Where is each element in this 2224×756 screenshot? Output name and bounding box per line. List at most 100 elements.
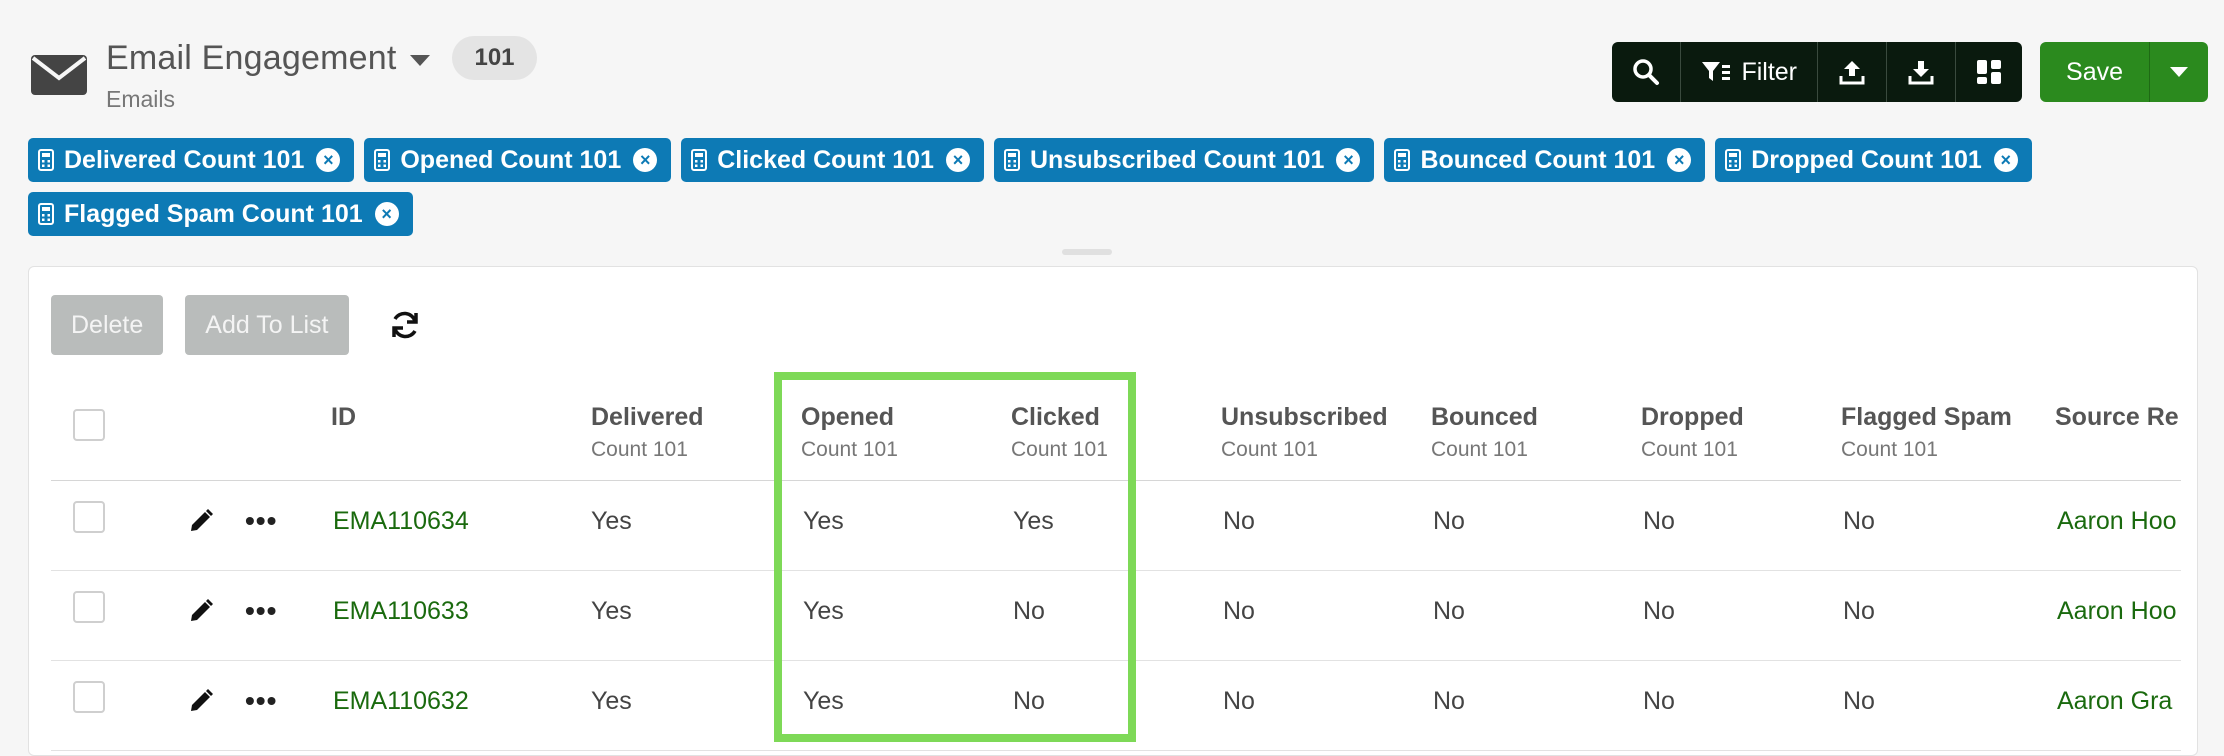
cell-delivered: Yes: [591, 687, 632, 715]
filter-chip-label: Opened Count 101: [400, 145, 622, 174]
cell-unsubscribed: No: [1223, 687, 1255, 715]
cell-opened: Yes: [803, 597, 844, 625]
row-checkbox[interactable]: [73, 681, 105, 713]
save-dropdown-button[interactable]: [2150, 42, 2208, 102]
cell-bounced: No: [1433, 597, 1465, 625]
calculator-icon: [1003, 149, 1020, 171]
row-checkbox[interactable]: [73, 501, 105, 533]
table-row[interactable]: ••• EMA110632 Yes Yes No No No No No Aaron Gra: [51, 661, 2181, 751]
calculator-icon: [374, 149, 391, 171]
download-icon: [1908, 61, 1934, 85]
column-header-id[interactable]: ID: [331, 403, 356, 432]
filter-chip[interactable]: Bounced Count 101 ×: [1384, 138, 1706, 182]
source-record-link[interactable]: Aaron Hoo: [2057, 507, 2177, 536]
cell-bounced: No: [1433, 507, 1465, 535]
remove-filter-icon[interactable]: ×: [633, 148, 658, 172]
filter-chip-label: Dropped Count 101: [1751, 145, 1982, 174]
filter-chip[interactable]: Unsubscribed Count 101 ×: [993, 138, 1375, 182]
source-record-link[interactable]: Aaron Hoo: [2057, 597, 2177, 626]
title-dropdown-icon[interactable]: [410, 54, 431, 66]
cell-dropped: No: [1643, 597, 1675, 625]
remove-filter-icon[interactable]: ×: [374, 202, 399, 226]
envelope-icon: [31, 55, 87, 95]
upload-icon: [1839, 61, 1865, 85]
table-row[interactable]: ••• EMA110634 Yes Yes Yes No No No No Aaron Hoo: [51, 481, 2181, 571]
cell-bounced: No: [1433, 687, 1465, 715]
record-id-link[interactable]: EMA110632: [333, 687, 469, 716]
record-id-link[interactable]: EMA110634: [333, 507, 469, 536]
refresh-icon[interactable]: [389, 309, 421, 341]
filter-button[interactable]: Filter: [1681, 42, 1819, 102]
resize-handle[interactable]: [1062, 249, 1112, 255]
filter-chip[interactable]: Delivered Count 101 ×: [28, 138, 355, 182]
cell-opened: Yes: [803, 507, 844, 535]
remove-filter-icon[interactable]: ×: [1336, 148, 1361, 172]
select-all-checkbox[interactable]: [73, 409, 105, 441]
page-subtitle: Emails: [106, 86, 176, 112]
chevron-down-icon: [2170, 67, 2188, 77]
column-header-unsubscribed[interactable]: Unsubscribed Count 101: [1221, 403, 1388, 462]
grid-layout-icon: [1977, 60, 2002, 84]
calculator-icon: [38, 149, 54, 171]
column-header-source-record[interactable]: Source Re: [2055, 403, 2179, 432]
search-icon: [1633, 59, 1660, 85]
filter-chip-label: Delivered Count 101: [64, 145, 305, 174]
table-body: ••• EMA110634 Yes Yes Yes No No No No Aaron Hoo ••…: [51, 481, 2181, 751]
column-header-clicked[interactable]: Clicked Count 101: [1011, 403, 1108, 462]
records-panel: Delete Add To List ID Delivered Count 101…: [28, 266, 2198, 756]
more-options-icon[interactable]: •••: [245, 505, 277, 537]
filter-chip[interactable]: Flagged Spam Count 101 ×: [28, 192, 413, 236]
more-options-icon[interactable]: •••: [245, 685, 277, 717]
remove-filter-icon[interactable]: ×: [1993, 148, 2018, 172]
cell-dropped: No: [1643, 507, 1675, 535]
filter-chip-label: Bounced Count 101: [1420, 145, 1656, 174]
filter-chip[interactable]: Dropped Count 101 ×: [1715, 138, 2032, 182]
calculator-icon: [38, 203, 54, 225]
delete-button[interactable]: Delete: [51, 295, 164, 355]
remove-filter-icon[interactable]: ×: [945, 148, 970, 172]
filter-chip[interactable]: Opened Count 101 ×: [364, 138, 672, 182]
cell-dropped: No: [1643, 687, 1675, 715]
cell-unsubscribed: No: [1223, 597, 1255, 625]
remove-filter-icon[interactable]: ×: [1667, 148, 1692, 172]
cell-delivered: Yes: [591, 507, 632, 535]
cell-flagged: No: [1843, 597, 1875, 625]
filter-chip-label: Unsubscribed Count 101: [1029, 145, 1325, 174]
layout-button[interactable]: [1956, 42, 2022, 102]
cell-clicked: No: [1013, 687, 1045, 715]
record-count-badge: 101: [452, 36, 537, 80]
filter-chip[interactable]: Clicked Count 101 ×: [681, 138, 984, 182]
remove-filter-icon[interactable]: ×: [316, 148, 341, 172]
calculator-icon: [1725, 149, 1742, 171]
table-row[interactable]: ••• EMA110633 Yes Yes No No No No No Aaron Hoo: [51, 571, 2181, 661]
cell-clicked: No: [1013, 597, 1045, 625]
upload-button[interactable]: [1818, 42, 1888, 102]
column-header-flagged-spam[interactable]: Flagged Spam Count 101: [1841, 403, 2012, 462]
search-button[interactable]: [1612, 42, 1682, 102]
column-header-bounced[interactable]: Bounced Count 101: [1431, 403, 1538, 462]
page-title: Email Engagement: [106, 38, 397, 77]
toolbar: Filter Save: [1612, 42, 2208, 102]
column-header-delivered[interactable]: Delivered Count 101: [591, 403, 704, 462]
download-button[interactable]: [1887, 42, 1957, 102]
source-record-link[interactable]: Aaron Gra: [2057, 687, 2172, 716]
edit-pencil-icon[interactable]: [187, 687, 215, 715]
edit-pencil-icon[interactable]: [187, 507, 215, 535]
cell-unsubscribed: No: [1223, 507, 1255, 535]
cell-delivered: Yes: [591, 597, 632, 625]
record-id-link[interactable]: EMA110633: [333, 597, 469, 626]
cell-opened: Yes: [803, 687, 844, 715]
row-checkbox[interactable]: [73, 591, 105, 623]
cell-clicked: Yes: [1013, 507, 1054, 535]
column-header-dropped[interactable]: Dropped Count 101: [1641, 403, 1744, 462]
filter-icon: [1702, 62, 1731, 81]
add-to-list-button[interactable]: Add To List: [185, 295, 349, 355]
filter-chip-label: Flagged Spam Count 101: [64, 199, 363, 228]
edit-pencil-icon[interactable]: [187, 597, 215, 625]
save-button[interactable]: Save: [2040, 42, 2150, 102]
column-header-opened[interactable]: Opened Count 101: [801, 403, 898, 462]
calculator-icon: [1394, 149, 1411, 171]
table-header: ID Delivered Count 101 Opened Count 101 Cl…: [51, 367, 2181, 481]
filter-chip-label: Clicked Count 101: [717, 145, 934, 174]
more-options-icon[interactable]: •••: [245, 595, 277, 627]
